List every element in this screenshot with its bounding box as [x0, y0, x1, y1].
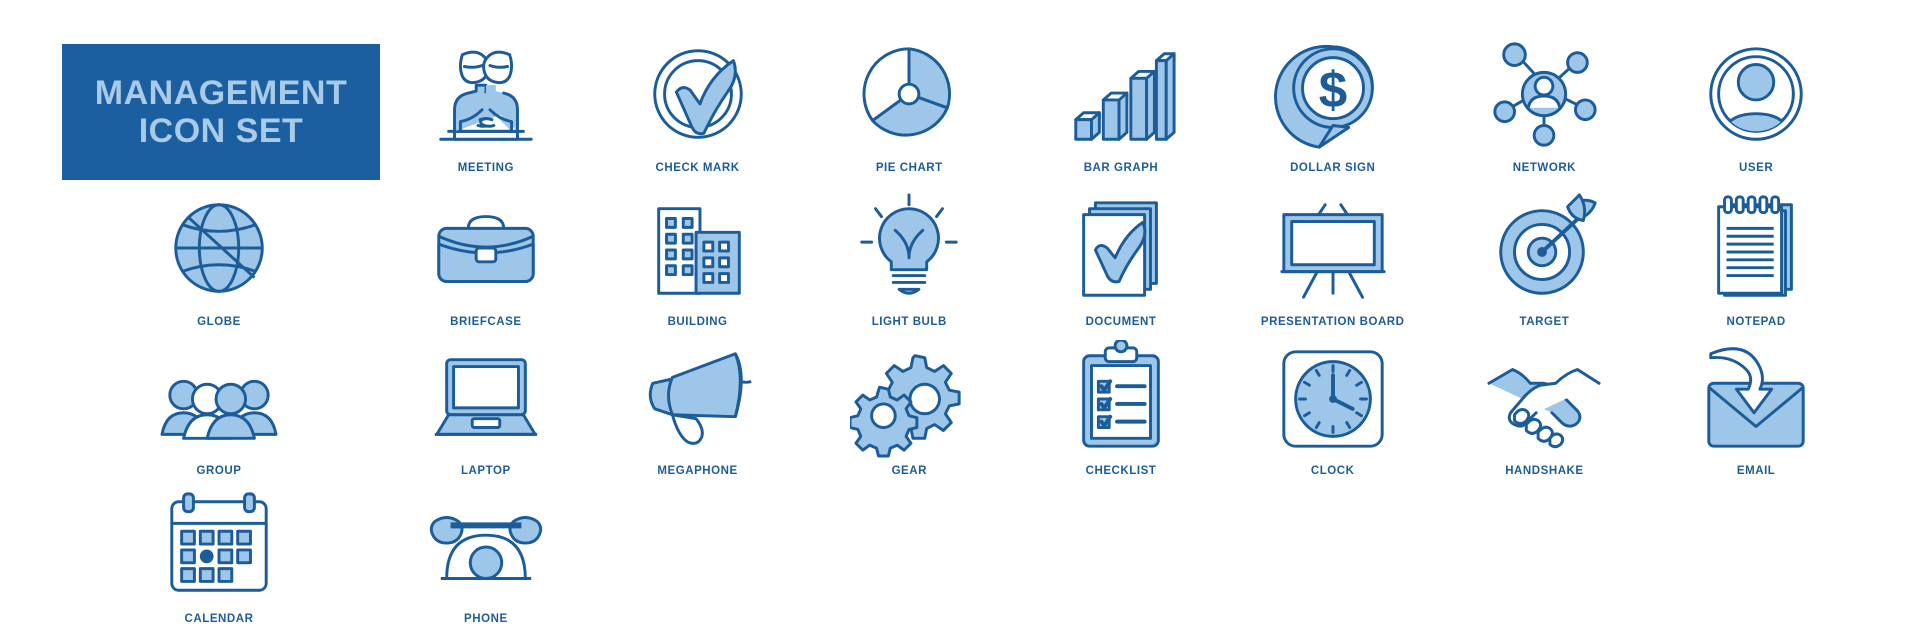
target-icon[interactable] — [1484, 190, 1604, 310]
icon-cell-check-mark[interactable]: CHECK MARK — [592, 26, 804, 180]
user-icon[interactable] — [1696, 36, 1816, 156]
icon-label: NOTEPAD — [1726, 316, 1786, 328]
icon-cell-meeting[interactable]: MEETING — [380, 26, 592, 180]
icon-cell-checklist[interactable]: CHECKLIST — [1015, 329, 1227, 478]
icon-cell-clock[interactable]: CLOCK — [1227, 329, 1439, 478]
pie-chart-icon[interactable] — [849, 36, 969, 156]
email-icon[interactable] — [1696, 339, 1816, 459]
icon-cell-megaphone[interactable]: MEGAPHONE — [592, 329, 804, 478]
icon-label: CHECK MARK — [655, 162, 740, 174]
icon-cell-laptop[interactable]: LAPTOP — [380, 329, 592, 478]
briefcase-icon[interactable] — [426, 190, 546, 310]
laptop-icon[interactable] — [426, 339, 546, 459]
icon-cell-bar-graph[interactable]: BAR GRAPH — [1015, 26, 1227, 180]
gear-icon[interactable] — [849, 339, 969, 459]
icon-label: PHONE — [464, 613, 508, 626]
icon-cell-globe[interactable]: GLOBE — [58, 180, 380, 329]
clock-icon[interactable] — [1273, 339, 1393, 459]
icon-cell-pie-chart[interactable]: PIE CHART — [803, 26, 1015, 180]
icon-cell-notepad[interactable]: NOTEPAD — [1650, 180, 1862, 329]
icon-cell-gear[interactable]: GEAR — [803, 329, 1015, 478]
icon-cell-user[interactable]: USER — [1650, 26, 1862, 180]
title-box: MANAGEMENT ICON SET — [62, 44, 380, 180]
check-mark-icon[interactable] — [638, 36, 758, 156]
icon-label: GLOBE — [197, 316, 241, 328]
icon-cell-presentation-board[interactable]: PRESENTATION BOARD — [1227, 180, 1439, 329]
icon-label: LIGHT BULB — [871, 316, 947, 328]
light-bulb-icon[interactable] — [849, 190, 969, 310]
icon-label: NETWORK — [1512, 162, 1577, 174]
icon-cell-calendar[interactable]: CALENDAR — [58, 477, 380, 626]
icon-label: BAR GRAPH — [1083, 162, 1159, 174]
icon-label: LAPTOP — [460, 464, 511, 477]
bar-graph-icon[interactable] — [1061, 36, 1181, 156]
network-icon[interactable] — [1484, 36, 1604, 156]
icon-label: CLOCK — [1310, 464, 1355, 477]
icon-cell-handshake[interactable]: HANDSHAKE — [1439, 329, 1651, 478]
dollar-sign-icon[interactable]: $ — [1273, 36, 1393, 156]
icon-label: BRIEFCASE — [450, 316, 522, 328]
icon-label: BUILDING — [667, 316, 728, 328]
building-icon[interactable] — [638, 190, 758, 310]
title-block: MANAGEMENT ICON SET — [58, 26, 380, 180]
icon-label: TARGET — [1519, 316, 1570, 328]
icon-label: DOCUMENT — [1085, 316, 1157, 328]
icon-cell-group[interactable]: GROUP — [58, 329, 380, 478]
notepad-icon[interactable] — [1696, 190, 1816, 310]
icon-cell-email[interactable]: EMAIL — [1650, 329, 1862, 478]
meeting-icon[interactable] — [426, 36, 546, 156]
icon-label: GEAR — [891, 464, 927, 477]
group-icon[interactable] — [159, 339, 279, 459]
icon-cell-target[interactable]: TARGET — [1439, 180, 1651, 329]
phone-icon[interactable] — [426, 487, 546, 607]
icon-cell-network[interactable]: NETWORK — [1439, 26, 1651, 180]
title-line-2: ICON SET — [138, 112, 304, 150]
icon-cell-dollar-sign[interactable]: $ DOLLAR SIGN — [1227, 26, 1439, 180]
icon-set-sheet: MANAGEMENT ICON SET MEETING CHECK MARK P… — [0, 0, 1920, 640]
icon-cell-document[interactable]: DOCUMENT — [1015, 180, 1227, 329]
icon-label: USER — [1739, 162, 1774, 174]
icon-cell-building[interactable]: BUILDING — [592, 180, 804, 329]
svg-text:$: $ — [1318, 61, 1346, 118]
icon-label: EMAIL — [1736, 464, 1776, 477]
document-icon[interactable] — [1061, 190, 1181, 310]
handshake-icon[interactable] — [1484, 339, 1604, 459]
icon-cell-briefcase[interactable]: BRIEFCASE — [380, 180, 592, 329]
icon-label: MEGAPHONE — [657, 464, 738, 477]
icon-cell-phone[interactable]: PHONE — [380, 477, 592, 626]
icon-label: CHECKLIST — [1085, 464, 1157, 477]
globe-icon[interactable] — [159, 190, 279, 310]
presentation-board-icon[interactable] — [1273, 190, 1393, 310]
icon-label: DOLLAR SIGN — [1290, 162, 1376, 174]
checklist-icon[interactable] — [1061, 339, 1181, 459]
icon-label: PRESENTATION BOARD — [1260, 316, 1405, 328]
icon-label: PIE CHART — [875, 162, 943, 174]
icon-grid: MANAGEMENT ICON SET MEETING CHECK MARK P… — [0, 0, 1920, 640]
icon-label: HANDSHAKE — [1505, 464, 1584, 477]
icon-cell-light-bulb[interactable]: LIGHT BULB — [803, 180, 1015, 329]
icon-label: MEETING — [457, 162, 514, 174]
megaphone-icon[interactable] — [638, 339, 758, 459]
icon-label: CALENDAR — [184, 613, 254, 626]
title-line-1: MANAGEMENT — [94, 73, 348, 112]
icon-label: GROUP — [196, 464, 242, 477]
calendar-icon[interactable] — [159, 487, 279, 607]
